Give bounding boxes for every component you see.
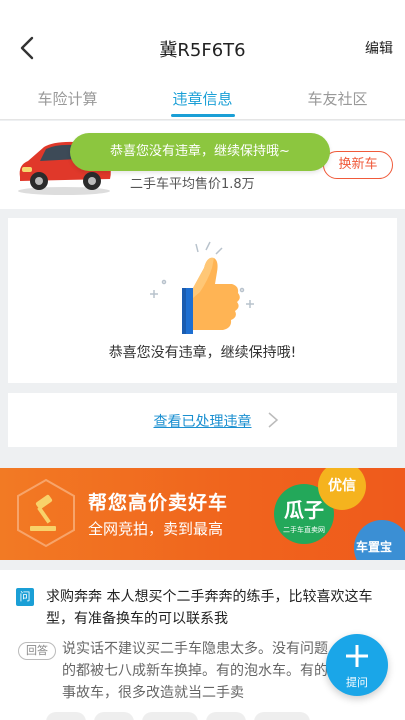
gavel-icon	[17, 478, 75, 548]
top-nav-bar: 冀R5F6T6 编辑	[0, 0, 405, 72]
answer-badge: 回答	[18, 642, 56, 660]
plus-icon	[346, 645, 368, 667]
tag-pill	[142, 712, 198, 720]
success-toast: 恭喜您没有违章，继续保持哦~	[70, 133, 330, 171]
ask-question-label: 提问	[346, 676, 368, 689]
tag-pill	[46, 712, 86, 720]
change-car-button[interactable]: 换新车	[323, 151, 393, 179]
no-violation-message: 恭喜您没有违章，继续保持哦!	[108, 345, 297, 361]
question-text[interactable]: 求购奔奔 本人想买个二手奔奔的练手，比较喜欢这车型，有准备换车的可以联系我	[46, 586, 392, 630]
answer-text[interactable]: 说实话不建议买二手车隐患太多。没有问题的都被七八成新车换掉。有的泡水车。有的事故…	[62, 638, 332, 704]
edit-button[interactable]: 编辑	[365, 38, 393, 58]
youxin-logo: 优信	[318, 468, 366, 510]
banner-title: 帮您高价卖好车	[88, 492, 229, 514]
tab-bar: 车险计算 违章信息 车友社区	[0, 72, 405, 120]
banner-subtitle: 全网竞拍，卖到最高	[88, 520, 224, 538]
processed-violations-link[interactable]: 查看已处理违章	[8, 411, 397, 431]
tab-violations[interactable]: 违章信息	[135, 72, 270, 119]
tab-community[interactable]: 车友社区	[270, 72, 405, 119]
chezhibao-logo: 车置宝	[354, 520, 405, 560]
chevron-right-icon	[268, 412, 279, 428]
thumbs-up-icon	[150, 241, 254, 334]
sell-car-banner[interactable]: 帮您高价卖好车 全网竞拍，卖到最高 瓜子 二手车直卖网 优信 车置宝	[0, 468, 405, 560]
page-title: 冀R5F6T6	[159, 40, 246, 61]
tab-insurance-calc[interactable]: 车险计算	[0, 72, 135, 119]
ask-question-button[interactable]: 提问	[326, 634, 388, 696]
car-average-price: 二手车平均售价1.8万	[130, 177, 255, 192]
question-badge: 问	[16, 588, 34, 606]
tag-pill	[254, 712, 310, 720]
tag-pill	[94, 712, 134, 720]
no-violation-card: 恭喜您没有违章，继续保持哦!	[8, 218, 397, 383]
processed-violations-row[interactable]: 查看已处理违章	[8, 393, 397, 447]
tag-pill	[206, 712, 246, 720]
